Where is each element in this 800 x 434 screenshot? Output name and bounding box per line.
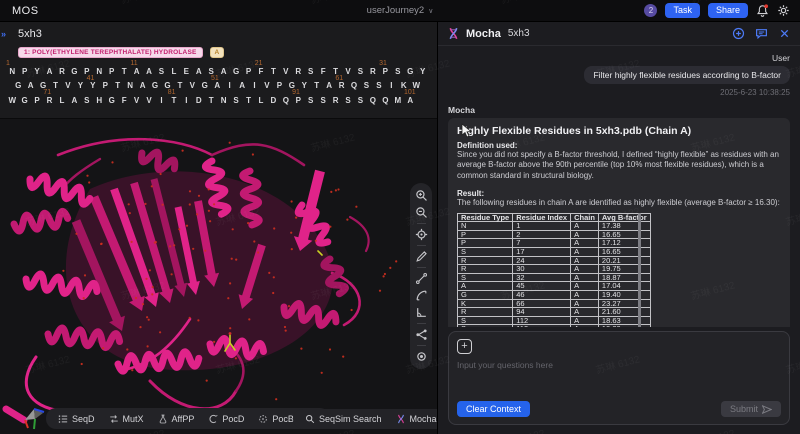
result-label: Result:: [457, 189, 485, 199]
send-icon: [762, 404, 772, 414]
search-icon: [305, 414, 315, 424]
chat-messages[interactable]: User Filter highly flexible residues acc…: [438, 46, 800, 327]
submit-button[interactable]: Submit: [720, 401, 781, 417]
chat-history-icon[interactable]: [755, 27, 768, 40]
rail-separator: [416, 267, 426, 268]
app-root: MOS userJourney2 ∨ 2 Task Share » 5xh3 1…: [0, 0, 800, 434]
seqsim-search-button[interactable]: SeqSim Search: [299, 411, 388, 427]
table-row: G 46 A 19.40: [456, 289, 651, 300]
table-row: R 94 A 21.60: [456, 307, 651, 317]
clear-context-button[interactable]: Clear Context: [457, 401, 531, 417]
measure-distance-icon[interactable]: [415, 272, 428, 285]
chat-input-area: + Input your questions here Clear Contex…: [448, 331, 790, 425]
collapse-panel-icon[interactable]: »: [1, 29, 6, 39]
measure-angle-icon[interactable]: [415, 306, 428, 319]
sequence-rows[interactable]: 1 N P Y A R G P N P T 11 A A S L E A S A G P 21 F T V R S F T V S R 31 P S G…: [6, 60, 434, 105]
pocket-detect-icon: [259, 414, 268, 423]
chevron-down-icon: ∨: [428, 7, 434, 15]
share-button[interactable]: Share: [707, 3, 748, 18]
dna-icon: [449, 27, 458, 40]
definition-label: Definition used:: [457, 141, 518, 150]
affinity-icon: [159, 414, 166, 423]
bfactor-table-wrapper[interactable]: Residue Type Residue Index Chain Avg B-fact…: [456, 212, 651, 327]
mocha-tool-button[interactable]: Mocha: [390, 411, 437, 427]
definition-text: Since you did not specify a B-factor thr…: [457, 150, 779, 180]
axes-gizmo[interactable]: [22, 404, 46, 431]
pencil-icon[interactable]: [415, 250, 428, 263]
structure-title: 5xh3: [18, 28, 42, 40]
chat-subtitle: 5xh3: [507, 28, 530, 39]
sequence-row[interactable]: 1 N P Y A R G P N P T 11 A A S L E A S A G P 21 F T V R S F T V S R 31 P S G…: [6, 60, 434, 76]
chat-header-actions: [732, 27, 791, 40]
tool-mutx-button[interactable]: MutX: [103, 411, 150, 427]
mutation-icon: [109, 414, 118, 423]
app-logo: MOS: [12, 4, 39, 17]
table-row: S 17 A 16.65: [456, 246, 651, 257]
table-row: R 24 A 20.21: [456, 255, 651, 266]
share-nodes-icon[interactable]: [415, 328, 428, 341]
tool-seqd-button[interactable]: SeqD: [52, 411, 101, 427]
table-row: S 112 A 18.63: [456, 315, 651, 326]
bfactor-table: Residue Type Residue Index Chain Avg B-fact…: [456, 212, 651, 327]
attach-plus-button[interactable]: +: [457, 339, 472, 354]
zoom-in-icon[interactable]: [415, 189, 428, 202]
top-bar-actions: 2 Task Share: [644, 3, 790, 18]
close-icon[interactable]: [778, 27, 791, 40]
record-icon[interactable]: [415, 350, 428, 363]
rail-separator: [416, 223, 426, 224]
viewer-tool-rail: [410, 183, 432, 369]
tool-affpp-button[interactable]: AffPP: [152, 411, 201, 427]
sequence-row[interactable]: W G P 71 R L A S H G F V V I 81 T I D T N S T L D Q 91 P S S R S S Q Q M 10…: [6, 89, 434, 105]
rail-separator: [416, 345, 426, 346]
molecule-badge[interactable]: 1: POLY(ETHYLENE TEREPHTHALATE) HYDROLAS…: [18, 47, 203, 58]
chat-header: Mocha 5xh3: [438, 22, 800, 46]
user-label: User: [772, 53, 790, 63]
table-row: S 32 A 18.87: [456, 272, 651, 283]
rail-separator: [416, 245, 426, 246]
new-chat-icon[interactable]: [732, 27, 745, 40]
result-text: The following residues in chain A are id…: [457, 198, 780, 208]
top-bar: MOS userJourney2 ∨ 2 Task Share: [0, 0, 800, 22]
chat-panel: Mocha 5xh3 User Filter highly flexible r…: [437, 22, 800, 434]
viewer-3d[interactable]: SeqD MutX AffPP PocD PocBD SeqSim Search…: [0, 119, 437, 434]
tool-pocd-button[interactable]: PocD: [202, 411, 250, 427]
table-row: P 2 A 16.65: [456, 229, 651, 240]
user-message-bubble: Filter highly flexible residues accordin…: [584, 66, 790, 84]
search-dock: SeqSim Search Mocha: [293, 409, 437, 429]
settings-gear-icon[interactable]: [777, 4, 790, 17]
structure-panel: » 5xh3 1: POLY(ETHYLENE TEREPHTHALATE) H…: [0, 22, 437, 434]
numbered-list-icon: [58, 415, 68, 423]
table-row: S113A19.80: [456, 324, 651, 327]
protein-structure: [2, 137, 398, 424]
center-view-icon[interactable]: [415, 228, 428, 241]
table-row: N 1 A 17.38: [456, 221, 651, 231]
dna-icon: [397, 414, 404, 424]
table-scrollbar[interactable]: [638, 212, 641, 327]
table-row: K 66 A 23.27: [456, 298, 651, 309]
entity-badges: 1: POLY(ETHYLENE TEREPHTHALATE) HYDROLAS…: [18, 47, 225, 58]
project-name: userJourney2: [366, 5, 425, 16]
table-row: R 30 A 19.75: [456, 264, 651, 274]
tools-dock: SeqD MutX AffPP PocD PocBD: [46, 408, 331, 429]
message-timestamp: 2025-6-23 10:38:25: [720, 88, 790, 97]
result-heading: Highly Flexible Residues in 5xh3.pdb (Ch…: [457, 125, 692, 137]
chat-input[interactable]: Input your questions here: [457, 360, 781, 384]
sequence-row[interactable]: G A G T V Y 41 Y P T N A G G T V G 51 A I A I V P G Y T A 61 R Q S S I K W: [6, 75, 434, 91]
assistant-label: Mocha: [448, 105, 475, 115]
avatar[interactable]: 2: [644, 4, 658, 17]
assistant-message-card: Highly Flexible Residues in 5xh3.pdb (Ch…: [448, 118, 790, 327]
chat-input-footer: Clear Context Submit: [457, 401, 781, 417]
zoom-out-icon[interactable]: [415, 206, 428, 219]
measure-arc-icon[interactable]: [415, 289, 428, 302]
table-row: A 45 A 17.04: [456, 281, 651, 291]
rail-separator: [416, 323, 426, 324]
notifications-bell-icon[interactable]: [756, 4, 769, 17]
project-switcher[interactable]: userJourney2 ∨: [367, 5, 434, 16]
task-button[interactable]: Task: [665, 3, 700, 18]
pocket-icon: [209, 414, 218, 423]
chat-title: Mocha: [466, 27, 501, 40]
sequence-panel: » 5xh3 1: POLY(ETHYLENE TEREPHTHALATE) H…: [0, 22, 437, 119]
chain-badge[interactable]: A: [209, 47, 225, 58]
table-row: P 7 A 17.12: [456, 238, 651, 248]
